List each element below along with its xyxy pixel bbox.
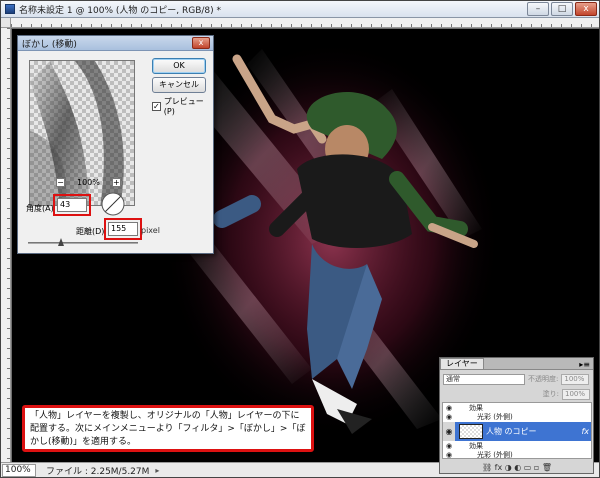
maximize-button[interactable]: □ <box>551 2 573 16</box>
angle-dial-icon[interactable] <box>101 192 125 216</box>
window-title-bar[interactable]: 名称未設定 1 @ 100% (人物 のコピー, RGB/8) * – □ x <box>1 1 599 18</box>
blend-mode-select[interactable]: 通常 <box>443 373 525 385</box>
instruction-annotation: 「人物」レイヤーを複製し、オリジナルの「人物」レイヤーの下に配置する。次にメイン… <box>22 405 314 452</box>
zoom-level-field[interactable]: 100% <box>2 463 36 477</box>
layer-outer-glow-row[interactable]: ◉ 光彩 (外側) <box>443 412 591 422</box>
vertical-ruler[interactable] <box>1 28 11 462</box>
panel-menu-icon[interactable]: ▸≡ <box>579 360 590 369</box>
opacity-field[interactable]: 100% <box>561 373 590 385</box>
distance-slider-track[interactable] <box>28 242 138 244</box>
horizontal-ruler[interactable] <box>11 18 599 28</box>
opacity-label: 不透明度: <box>528 375 559 383</box>
fill-label: 塗り: <box>542 390 559 398</box>
status-menu-arrow-icon[interactable]: ▸ <box>155 466 159 475</box>
distance-unit: pixel <box>141 226 160 235</box>
outer-glow-label: 光彩 (外側) <box>477 413 513 421</box>
dialog-title: ぼかし (移動) <box>22 39 77 50</box>
minimize-button[interactable]: – <box>527 2 549 16</box>
preview-checkbox-label: プレビュー(P) <box>163 97 204 116</box>
fill-field[interactable]: 100% <box>562 388 590 400</box>
fx-icon[interactable]: fx <box>581 427 589 436</box>
angle-label: 角度(A) <box>26 204 54 213</box>
tab-layers[interactable]: レイヤー <box>440 358 484 369</box>
photoshop-document-icon <box>5 4 15 14</box>
layer-thumbnail <box>459 424 483 439</box>
file-size-info[interactable]: ファイル : 2.25M/5.27M <box>46 464 149 477</box>
ok-button[interactable]: OK <box>152 58 206 74</box>
layer-outer-glow-row[interactable]: ◉ 光彩 (外側) <box>443 450 591 459</box>
layer-list: ◉ 効果 ◉ 光彩 (外側) ◉ 人物 のコピー fx ◉ 効果 ◉ 光彩 (外… <box>442 402 592 459</box>
ruler-corner[interactable] <box>1 18 11 28</box>
preview-checkbox-row[interactable]: ✓ プレビュー(P) <box>152 96 213 116</box>
zoom-in-button[interactable]: + <box>111 178 121 187</box>
preview-checkbox[interactable]: ✓ <box>152 101 161 111</box>
distance-highlight-box <box>104 218 142 240</box>
outer-glow-label: 光彩 (外側) <box>477 451 513 459</box>
preview-zoom-row: − 100% + <box>56 178 121 187</box>
dialog-close-button[interactable]: x <box>192 37 210 49</box>
distance-label: 距離(D) <box>76 227 105 236</box>
layers-footer-toolbar[interactable]: ⛓ fx ◑ ◐ ▭ ▫ 🗑 <box>442 461 592 473</box>
eye-icon[interactable]: ◉ <box>443 422 455 441</box>
zoom-out-button[interactable]: − <box>56 178 65 187</box>
close-button[interactable]: x <box>575 2 597 16</box>
layer-name[interactable]: 人物 のコピー <box>486 426 537 437</box>
eye-icon[interactable]: ◉ <box>443 450 455 458</box>
cancel-button[interactable]: キャンセル <box>152 77 206 93</box>
eye-icon[interactable]: ◉ <box>443 412 455 422</box>
window-title: 名称未設定 1 @ 100% (人物 のコピー, RGB/8) * <box>19 5 222 16</box>
motion-blur-dialog: ぼかし (移動) x − 100% + OK キャンセル ✓ プレビュー(P) … <box>17 35 214 254</box>
dialog-title-bar[interactable]: ぼかし (移動) <box>18 36 213 51</box>
layer-row-selected[interactable]: ◉ 人物 のコピー fx <box>443 422 591 441</box>
angle-highlight-box <box>53 194 91 216</box>
preview-zoom-percent: 100% <box>77 178 100 187</box>
layers-panel: レイヤー ▸≡ 通常 不透明度: 100% 塗り: 100% ◉ 効果 ◉ 光彩… <box>439 357 594 474</box>
